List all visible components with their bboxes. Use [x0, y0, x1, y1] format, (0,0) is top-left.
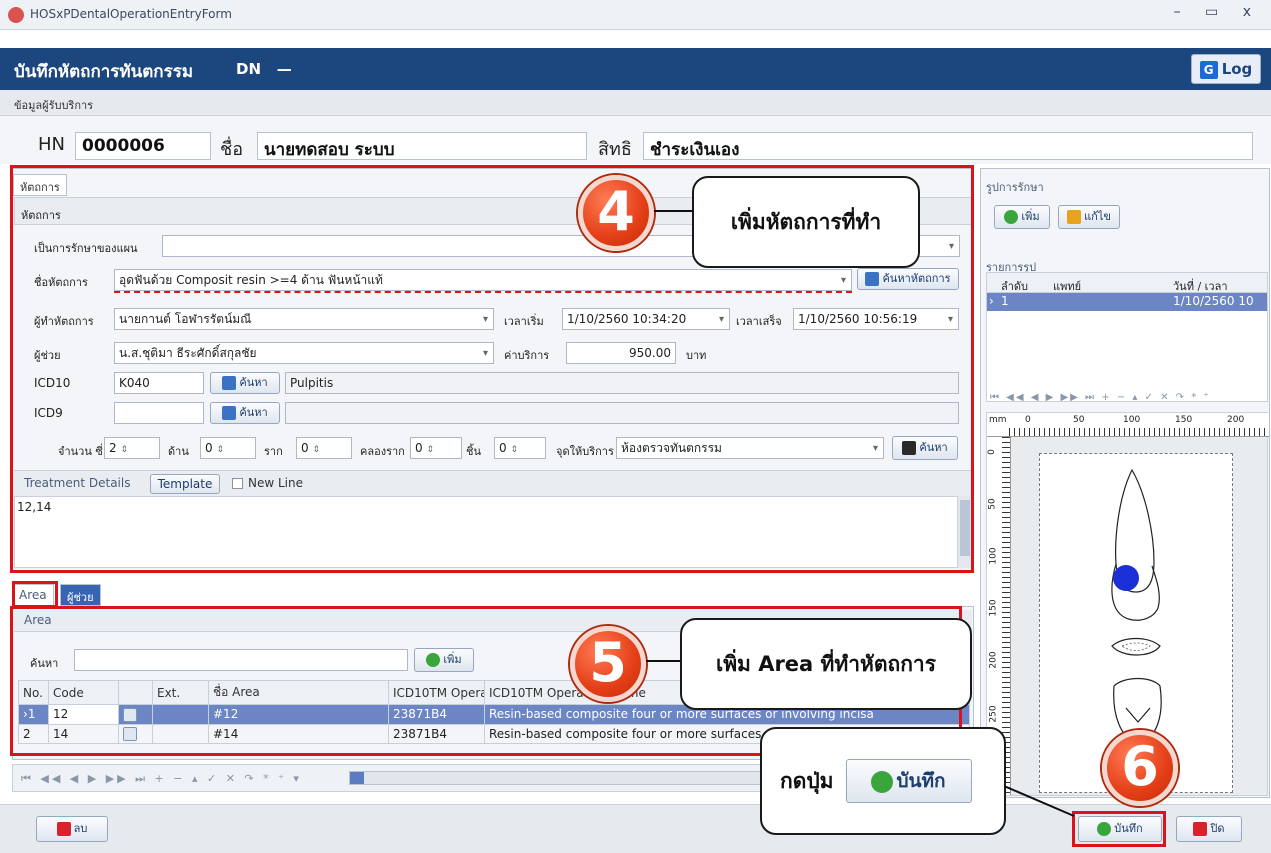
callout-5: เพิ่ม Area ที่ทำหัตถการ: [680, 618, 972, 710]
highlight-save-button: [1072, 811, 1166, 847]
edit-icon: [1067, 210, 1082, 224]
ruler-tick: 150: [1175, 415, 1193, 425]
ruler-tick: 100: [1123, 415, 1141, 425]
app-logo-icon: [8, 7, 24, 23]
image-datetime: 1/10/2560 10: [1173, 294, 1254, 308]
callout-6-connector: [1004, 786, 1075, 817]
image-list-header: ลำดับ แพทย์ วันที่ / เวลา: [987, 273, 1267, 293]
log-icon: G: [1199, 60, 1218, 79]
tab-assistant[interactable]: ผู้ช่วย: [60, 584, 101, 606]
callout-6: กดปุ่ม บันทึก: [760, 727, 1006, 835]
patient-right-field[interactable]: ชำระเงินเอง: [643, 132, 1253, 160]
form-header: บันทึกหัตถการทันตกรรม DN — G Log: [0, 48, 1271, 90]
ruler-v-tick: 50: [987, 498, 998, 510]
image-seq: 1: [1001, 294, 1009, 308]
ruler-unit: mm: [989, 415, 1007, 425]
window-title: HOSxPDentalOperationEntryForm: [30, 7, 232, 21]
name-label: ชื่อ: [220, 139, 244, 160]
close-icon: [1193, 822, 1208, 836]
treatment-images-title: รูปการรักษา: [986, 181, 1044, 194]
callout-6-text: กดปุ่ม: [780, 768, 834, 793]
hn-field[interactable]: 0000006: [75, 132, 211, 160]
horizontal-ruler: mm 0 50 100 150 200: [987, 413, 1269, 437]
patient-section-label: ข้อมูลผู้รับบริการ: [14, 99, 94, 112]
hn-label: HN: [38, 134, 65, 155]
delete-button[interactable]: ลบ: [36, 816, 108, 842]
ruler-v-tick: 0: [986, 449, 997, 455]
dn-label: DN —: [236, 60, 292, 78]
image-list: ลำดับ แพทย์ วันที่ / เวลา › 1 1/10/2560 …: [986, 272, 1268, 402]
step-4-badge: 4: [578, 175, 654, 251]
callout-5-connector: [646, 660, 682, 662]
step-6-badge: 6: [1102, 730, 1178, 806]
window-titlebar: HOSxPDentalOperationEntryForm – ▭ x: [0, 0, 1271, 30]
ruler-tick: 50: [1073, 415, 1085, 425]
trash-icon: [56, 822, 71, 836]
callout-4-connector: [654, 210, 694, 212]
ruler-tick: 200: [1227, 415, 1245, 425]
area-nav-buttons[interactable]: ⏮ ◀◀ ◀ ▶ ▶▶ ⏭ + − ▴ ✓ ✕ ↷ * ⁺ ▾: [21, 772, 302, 786]
callout-6-button-image: บันทึก: [845, 759, 972, 803]
image-list-nav[interactable]: ⏮ ◀◀ ◀ ▶ ▶▶ ⏭ + − ▴ ✓ ✕ ↷ * ⁺: [990, 392, 1211, 403]
patient-name-field[interactable]: นายทดสอบ ระบบ: [257, 132, 587, 160]
right-label: สิทธิ: [598, 139, 632, 160]
patient-row: HN 0000006 ชื่อ นายทดสอบ ระบบ สิทธิ ชำระ…: [0, 116, 1271, 164]
scroll-left-icon[interactable]: [350, 772, 364, 784]
log-button[interactable]: G Log: [1191, 54, 1261, 84]
ruler-v-tick: 250: [988, 705, 999, 723]
image-list-row[interactable]: › 1 1/10/2560 10: [987, 293, 1267, 311]
image-edit-button[interactable]: แก้ไข: [1058, 205, 1120, 229]
close-button[interactable]: ปิด: [1176, 816, 1242, 842]
ruler-v-tick: 100: [988, 547, 999, 565]
form-title: บันทึกหัตถการทันตกรรม: [14, 62, 194, 82]
ruler-ticks-h: [1009, 428, 1267, 436]
row-pointer-icon: ›: [989, 294, 994, 308]
ruler-tick: 0: [1025, 415, 1031, 425]
image-add-button[interactable]: เพิ่ม: [994, 205, 1050, 229]
window-controls[interactable]: – ▭ x: [1174, 4, 1261, 20]
step-5-badge: 5: [570, 626, 646, 702]
check-icon: [871, 770, 894, 793]
highlight-area-tab: [12, 581, 58, 608]
add-icon: [1004, 210, 1019, 224]
ruler-v-tick: 200: [988, 651, 999, 669]
callout-4: เพิ่มหัตถการที่ทำ: [692, 176, 920, 268]
ruler-v-tick: 150: [988, 599, 999, 617]
patient-section-bar: ข้อมูลผู้รับบริการ: [0, 90, 1271, 116]
